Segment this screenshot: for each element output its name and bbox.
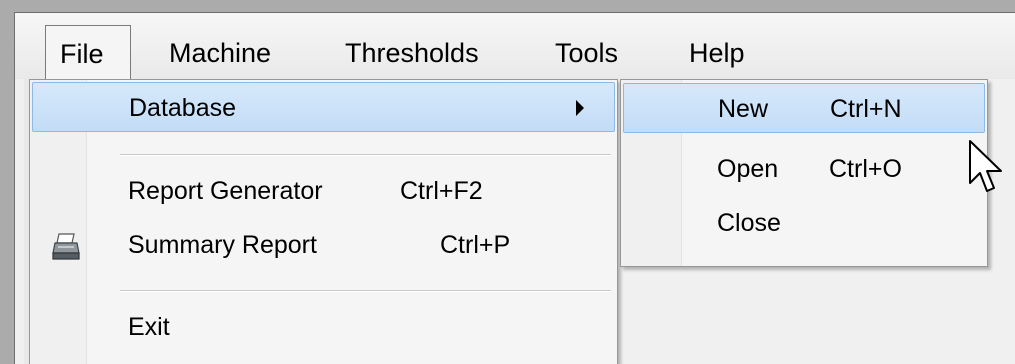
submenu-arrow-icon [576,100,584,116]
close-label: Close [717,209,781,237]
menu-help[interactable]: Help [675,25,759,81]
report-generator-shortcut: Ctrl+F2 [400,177,483,205]
menu-bar: File Machine Thresholds Tools Help [15,13,1015,81]
database-submenu: New Ctrl+N Open Ctrl+O Close [620,79,988,267]
database-label: Database [129,94,237,122]
summary-report-label: Summary Report [128,231,317,259]
menu-machine[interactable]: Machine [155,25,285,81]
menu-item-new[interactable]: New Ctrl+N [623,83,985,133]
summary-report-shortcut: Ctrl+P [440,231,511,259]
menu-thresholds[interactable]: Thresholds [331,25,493,81]
menu-item-report-generator[interactable]: Report Generator Ctrl+F2 [32,166,615,216]
open-label: Open [717,155,779,183]
open-shortcut: Ctrl+O [829,155,902,183]
menu-item-open[interactable]: Open Ctrl+O [623,144,985,194]
menu-tools[interactable]: Tools [541,25,632,81]
menu-file[interactable]: File [45,25,131,81]
menu-item-exit[interactable]: Exit [32,302,615,352]
exit-label: Exit [128,313,170,341]
printer-icon [50,230,82,262]
menu-item-close[interactable]: Close [623,198,985,248]
menu-item-database[interactable]: Database [32,82,615,132]
report-generator-label: Report Generator [128,177,323,205]
new-shortcut: Ctrl+N [830,95,902,123]
menu-item-summary-report[interactable]: Summary Report Ctrl+P [32,220,615,270]
new-label: New [718,95,769,123]
file-dropdown: Database Report Generator Ctrl+F2 Summar… [29,79,618,364]
mouse-cursor-icon [968,139,1008,199]
menu-separator [120,154,611,156]
menu-separator [120,290,611,292]
